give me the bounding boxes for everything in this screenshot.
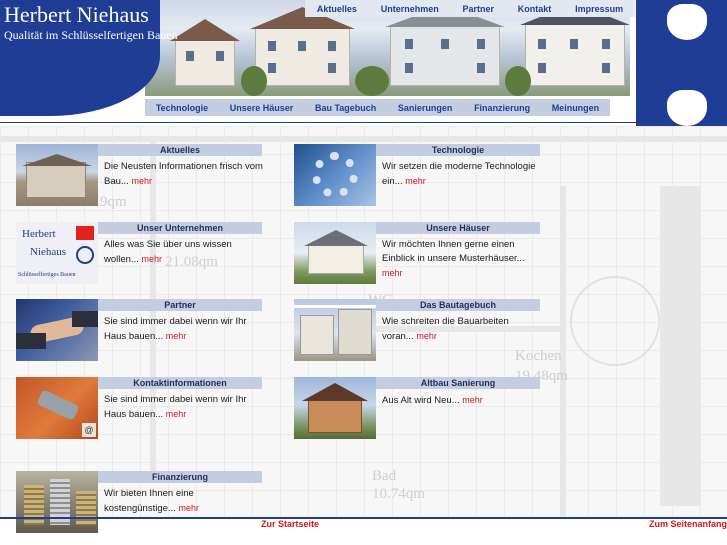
nav-item-impressum[interactable]: Impressum bbox=[575, 4, 623, 14]
teaser-unser-unternehmen: Herbert Niehaus Schlüsselfertiges Bauen … bbox=[16, 222, 262, 284]
teaser-description: Wie schreiten die Bauarbeiten voran... bbox=[382, 316, 509, 342]
at-sign-icon: @ bbox=[82, 423, 96, 437]
nav-item-bau-tagebuch[interactable]: Bau Tagebuch bbox=[315, 103, 376, 113]
house-image bbox=[170, 19, 240, 86]
teaser-kontaktinformationen: @ Kontaktinformationen Sie sind immer da… bbox=[16, 377, 262, 439]
house-image bbox=[385, 5, 505, 86]
brick-icon bbox=[76, 226, 94, 240]
teaser-text: Wir bieten Ihnen eine kostengünstige... … bbox=[104, 487, 264, 516]
teaser-aktuelles: Aktuelles Die Neusten Informationen fris… bbox=[16, 144, 264, 206]
teaser-title[interactable]: Unsere Häuser bbox=[376, 222, 540, 234]
teaser-text: Sie sind immer dabei wenn wir Ihr Haus b… bbox=[104, 315, 264, 344]
more-link[interactable]: mehr bbox=[166, 409, 187, 419]
crest-icon bbox=[76, 246, 94, 264]
teaser-text: Die Neusten Informationen frisch vom Bau… bbox=[104, 160, 264, 189]
back-to-top-link[interactable]: Zum Seitenanfang bbox=[649, 519, 727, 529]
building-progress-image[interactable] bbox=[294, 299, 376, 361]
teaser-title[interactable]: Finanzierung bbox=[98, 471, 262, 483]
teaser-title[interactable]: Technologie bbox=[376, 144, 540, 156]
site-title: Herbert Niehaus bbox=[4, 2, 149, 27]
more-link[interactable]: mehr bbox=[462, 395, 483, 405]
crest-emblem-icon bbox=[665, 88, 709, 128]
back-to-home-link[interactable]: Zur Startseite bbox=[261, 519, 319, 529]
more-link[interactable]: mehr bbox=[166, 331, 187, 341]
model-house-image[interactable] bbox=[294, 222, 376, 284]
more-link[interactable]: mehr bbox=[142, 254, 163, 264]
teaser-description: Aus Alt wird Neu... bbox=[382, 395, 460, 406]
teaser-description: Wir möchten Ihnen gerne einen Einblick i… bbox=[382, 239, 525, 264]
teaser-description: Die Neusten Informationen frisch vom Bau… bbox=[104, 161, 263, 187]
teaser-text: Sie sind immer dabei wenn wir Ihr Haus b… bbox=[104, 393, 264, 422]
header-divider bbox=[0, 122, 640, 123]
more-link[interactable]: mehr bbox=[131, 176, 152, 186]
teaser-finanzierung: Finanzierung Wir bieten Ihnen eine koste… bbox=[16, 471, 264, 533]
renovated-house-image[interactable] bbox=[294, 377, 376, 439]
blueprint-label: 10.74qm bbox=[372, 486, 425, 502]
nav-item-sanierungen[interactable]: Sanierungen bbox=[398, 103, 453, 113]
footer-divider bbox=[0, 517, 727, 519]
site-tagline: Qualität im Schlüsselfertigen Bauen bbox=[4, 28, 178, 42]
handshake-image[interactable] bbox=[16, 299, 98, 361]
teaser-partner: Partner Sie sind immer dabei wenn wir Ih… bbox=[16, 299, 262, 361]
nav-item-meinungen[interactable]: Meinungen bbox=[552, 103, 600, 113]
teaser-unsere-haeuser: Unsere Häuser Wir möchten Ihnen gerne ei… bbox=[294, 222, 540, 284]
construction-site-image[interactable] bbox=[16, 144, 98, 206]
teaser-text: Wie schreiten die Bauarbeiten voran... m… bbox=[382, 315, 542, 344]
nav-item-unternehmen[interactable]: Unternehmen bbox=[381, 4, 439, 14]
logo-name-line: Herbert bbox=[22, 228, 56, 240]
nav-item-kontakt[interactable]: Kontakt bbox=[518, 4, 552, 14]
mobile-phone-image[interactable]: @ bbox=[16, 377, 98, 439]
teaser-description: Alles was Sie über uns wissen wollen... bbox=[104, 239, 232, 265]
blueprint-label: Bad bbox=[372, 468, 397, 484]
teaser-text: Wir setzen die moderne Technologie ein..… bbox=[382, 160, 542, 189]
sub-navigation: Technologie Unsere Häuser Bau Tagebuch S… bbox=[145, 99, 610, 116]
teaser-technologie: Technologie Wir setzen die moderne Techn… bbox=[294, 144, 540, 206]
teaser-bautagebuch: Das Bautagebuch Wie schreiten die Bauarb… bbox=[294, 299, 540, 361]
teaser-title[interactable]: Aktuelles bbox=[98, 144, 262, 156]
more-link[interactable]: mehr bbox=[405, 176, 426, 186]
more-link[interactable]: mehr bbox=[382, 268, 403, 278]
teaser-title[interactable]: Altbau Sanierung bbox=[376, 377, 540, 389]
top-navigation: Aktuelles Unternehmen Partner Kontakt Im… bbox=[305, 0, 635, 17]
house-image bbox=[520, 3, 630, 86]
page-header: Herbert Niehaus Qualität im Schlüsselfer… bbox=[0, 0, 727, 125]
gear-technology-image[interactable] bbox=[294, 144, 376, 206]
nav-item-technologie[interactable]: Technologie bbox=[156, 103, 208, 113]
crest-emblem-icon bbox=[665, 2, 709, 42]
teaser-altbau-sanierung: Altbau Sanierung Aus Alt wird Neu... meh… bbox=[294, 377, 540, 439]
teaser-title[interactable]: Unser Unternehmen bbox=[98, 222, 262, 234]
company-logo-image[interactable]: Herbert Niehaus Schlüsselfertiges Bauen bbox=[16, 222, 98, 284]
nav-item-unsere-haeuser[interactable]: Unsere Häuser bbox=[230, 103, 294, 113]
house-image bbox=[250, 7, 355, 86]
teaser-text: Wir möchten Ihnen gerne einen Einblick i… bbox=[382, 238, 542, 281]
more-link[interactable]: mehr bbox=[416, 331, 437, 341]
coins-image[interactable] bbox=[16, 471, 98, 533]
teaser-text: Alles was Sie über uns wissen wollen... … bbox=[104, 238, 264, 267]
teaser-title[interactable]: Partner bbox=[98, 299, 262, 311]
brand-banner: Herbert Niehaus Qualität im Schlüsselfer… bbox=[0, 0, 178, 116]
nav-item-aktuelles[interactable]: Aktuelles bbox=[317, 4, 357, 14]
nav-item-partner[interactable]: Partner bbox=[463, 4, 495, 14]
logo-name-line: Niehaus bbox=[30, 246, 67, 258]
teaser-text: Aus Alt wird Neu... mehr bbox=[382, 393, 542, 408]
more-link[interactable]: mehr bbox=[178, 503, 199, 513]
logo-caption: Schlüsselfertiges Bauen bbox=[18, 272, 76, 278]
teaser-title[interactable]: Kontaktinformationen bbox=[98, 377, 262, 389]
teaser-title[interactable]: Das Bautagebuch bbox=[376, 299, 540, 311]
nav-item-finanzierung[interactable]: Finanzierung bbox=[474, 103, 530, 113]
